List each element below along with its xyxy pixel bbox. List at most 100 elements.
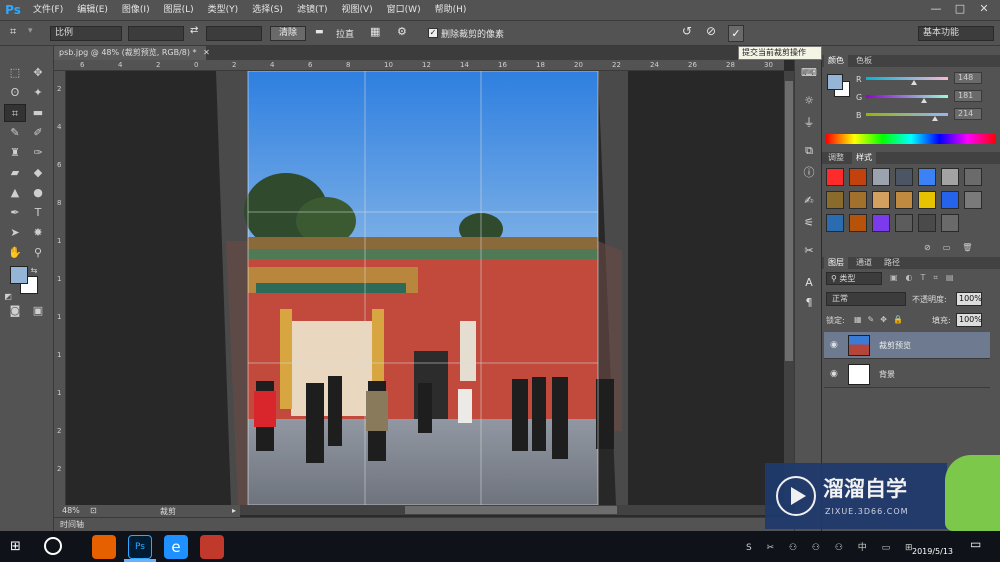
hand-tool-icon[interactable]: ✋ xyxy=(4,244,26,262)
style-swatch[interactable] xyxy=(872,191,890,209)
notification-icon[interactable]: ▭ xyxy=(970,537,981,551)
restore-button[interactable]: □ xyxy=(948,0,972,18)
menu-item[interactable]: 选择(S) xyxy=(245,0,290,20)
brush-presets-panel-icon[interactable]: ⚟ xyxy=(799,214,819,232)
commit-check-button[interactable]: ✓ xyxy=(728,25,744,42)
move-tool-icon[interactable]: ✥ xyxy=(27,64,49,82)
app-icon[interactable] xyxy=(200,535,224,559)
timeline-tab[interactable]: 时间轴 xyxy=(54,517,794,531)
cancel-icon[interactable]: ⊘ xyxy=(706,24,716,38)
slider-handle[interactable] xyxy=(921,98,928,103)
history-brush-tool-icon[interactable]: ✑ xyxy=(27,144,49,162)
reset-icon[interactable]: ↺ xyxy=(682,24,692,38)
canvas-area[interactable] xyxy=(66,70,784,506)
clone-stamp-tool-icon[interactable]: ♜ xyxy=(4,144,26,162)
cortana-icon[interactable] xyxy=(44,537,62,555)
straighten-icon[interactable]: ▬ xyxy=(315,27,324,37)
brightness-panel-icon[interactable]: ☼ xyxy=(799,92,819,110)
style-swatch[interactable] xyxy=(964,191,982,209)
menu-item[interactable]: 图层(L) xyxy=(157,0,201,20)
style-swatch[interactable] xyxy=(941,191,959,209)
layer-filter-select[interactable]: ⚲ 类型 xyxy=(826,272,882,285)
brush-panel-icon[interactable]: ✍ xyxy=(799,192,819,210)
eraser-tool-icon[interactable]: ▰ xyxy=(4,164,26,182)
healing-brush-tool-icon[interactable]: ✎ xyxy=(4,124,26,142)
status-expand-icon[interactable]: ▸ xyxy=(232,506,236,515)
gear-icon[interactable]: ⚙ xyxy=(397,25,407,38)
tool-presets-panel-icon[interactable]: ✂ xyxy=(799,242,819,260)
menu-item[interactable]: 编辑(E) xyxy=(70,0,115,20)
tab-color[interactable]: 颜色 xyxy=(824,55,848,67)
tab-adjustments[interactable]: 调整 xyxy=(824,152,848,164)
vertical-scroll-thumb[interactable] xyxy=(785,81,793,361)
paragraph-panel-icon[interactable]: ¶ xyxy=(799,294,819,312)
type-tool-icon[interactable]: T xyxy=(27,204,49,222)
opacity-input[interactable]: 100% xyxy=(956,292,982,306)
ratio-select[interactable]: 比例 xyxy=(50,26,122,41)
ratio-width-input[interactable] xyxy=(128,26,184,41)
zoom-level[interactable]: 48% xyxy=(62,506,80,515)
document-tab[interactable]: psb.jpg @ 48% (裁剪预览, RGB/8) * ✕ xyxy=(54,46,210,60)
path-selection-tool-icon[interactable]: ➤ xyxy=(4,224,26,242)
ie-icon[interactable]: e xyxy=(164,535,188,559)
style-swatch[interactable] xyxy=(826,214,844,232)
lock-icons[interactable]: ▦✎✥🔒 xyxy=(854,315,914,324)
quick-mask-icon[interactable]: ◙ xyxy=(4,302,26,320)
3d-panel-icon[interactable]: ⧉ xyxy=(799,142,819,160)
style-swatch[interactable] xyxy=(895,191,913,209)
visibility-eye-icon[interactable]: ◉ xyxy=(830,369,840,379)
slider-value[interactable]: 214 xyxy=(954,108,982,120)
styles-panel-actions[interactable]: ⊘▭🗑 xyxy=(924,243,994,253)
custom-shape-tool-icon[interactable]: ✸ xyxy=(27,224,49,242)
crop-tool-icon[interactable]: ⌗ xyxy=(4,104,26,122)
style-swatch[interactable] xyxy=(941,214,959,232)
crop-preview[interactable] xyxy=(66,70,784,506)
foreground-color-swatch[interactable] xyxy=(10,266,28,284)
workspace-select[interactable]: 基本功能 xyxy=(918,26,994,41)
clear-button[interactable]: 清除 xyxy=(270,26,306,41)
ratio-height-input[interactable] xyxy=(206,26,262,41)
layer-name[interactable]: 裁剪预览 xyxy=(879,340,911,351)
color-panel-foreground[interactable] xyxy=(827,74,843,90)
horizontal-scrollbar[interactable] xyxy=(240,505,784,515)
swap-colors-icon[interactable]: ⇆ xyxy=(28,262,40,280)
color-slider[interactable] xyxy=(866,95,948,98)
style-swatch[interactable] xyxy=(826,191,844,209)
menu-item[interactable]: 帮助(H) xyxy=(428,0,474,20)
levels-panel-icon[interactable]: ⏚ xyxy=(799,114,819,132)
grid-overlay-icon[interactable]: ▦ xyxy=(370,25,380,38)
crop-tool-preset-icon[interactable]: ⌗ xyxy=(10,25,16,39)
color-spectrum[interactable] xyxy=(826,134,996,144)
horizontal-scroll-thumb[interactable] xyxy=(405,506,617,514)
ruler-tool-icon[interactable]: ▬ xyxy=(27,104,49,122)
character-panel-icon[interactable]: A xyxy=(799,274,819,292)
menu-item[interactable]: 滤镜(T) xyxy=(290,0,335,20)
style-swatch[interactable] xyxy=(964,168,982,186)
close-tab-icon[interactable]: ✕ xyxy=(203,48,210,57)
magic-wand-tool-icon[interactable]: ✦ xyxy=(27,84,49,102)
style-swatch[interactable] xyxy=(872,168,890,186)
tab-paths[interactable]: 路径 xyxy=(880,257,904,269)
layer-row[interactable]: ◉ 背景 xyxy=(824,361,990,388)
menu-item[interactable]: 类型(Y) xyxy=(201,0,246,20)
style-swatch[interactable] xyxy=(872,214,890,232)
zoom-tool-icon[interactable]: ⚲ xyxy=(27,244,49,262)
style-swatch[interactable] xyxy=(849,168,867,186)
menu-item[interactable]: 窗口(W) xyxy=(380,0,428,20)
tab-swatches[interactable]: 色板 xyxy=(852,55,876,67)
status-info-icon[interactable]: ⊡ xyxy=(90,506,97,515)
pen-tool-icon[interactable]: ✒ xyxy=(4,204,26,222)
style-swatch[interactable] xyxy=(941,168,959,186)
close-button[interactable]: ✕ xyxy=(972,0,996,18)
screen-mode-icon[interactable]: ▣ xyxy=(27,302,49,320)
info-panel-icon[interactable]: ⓘ xyxy=(799,164,819,182)
menu-item[interactable]: 图像(I) xyxy=(115,0,157,20)
delete-cropped-checkbox[interactable]: ✓ xyxy=(428,28,438,38)
style-swatch[interactable] xyxy=(849,191,867,209)
style-swatch[interactable] xyxy=(918,191,936,209)
blend-mode-select[interactable]: 正常 xyxy=(826,292,906,306)
style-swatch[interactable] xyxy=(918,214,936,232)
brush-tool-icon[interactable]: ✐ xyxy=(27,124,49,142)
color-slider[interactable] xyxy=(866,77,948,80)
photoshop-taskbar-icon[interactable]: Ps xyxy=(128,535,152,559)
